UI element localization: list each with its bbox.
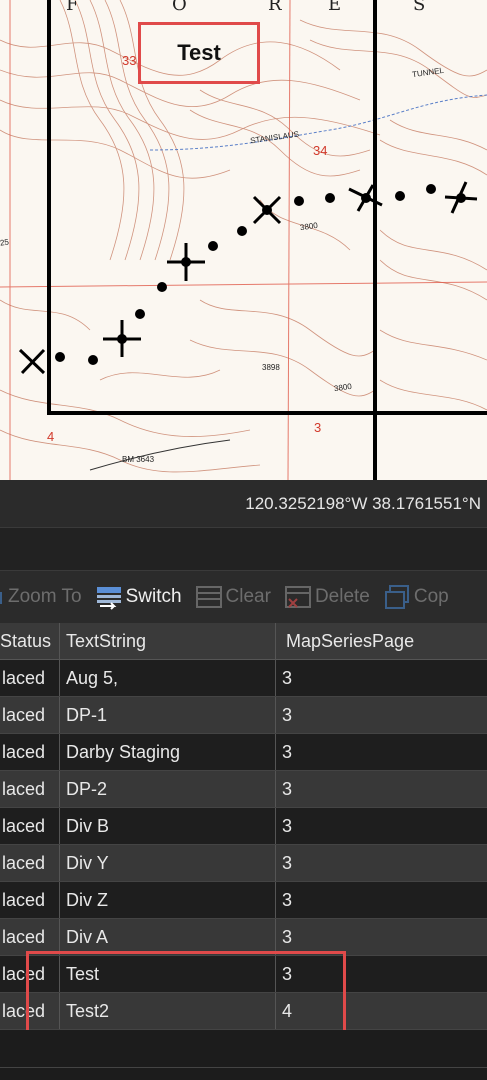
textstring-cell: Div A bbox=[60, 919, 276, 955]
status-cell: laced bbox=[0, 845, 60, 881]
map-label: 3898 bbox=[262, 363, 280, 372]
textstring-cell: Div B bbox=[60, 808, 276, 844]
grid-number: 34 bbox=[313, 143, 328, 158]
textstring-cell: Darby Staging bbox=[60, 734, 276, 770]
status-cell: laced bbox=[0, 919, 60, 955]
status-cell: laced bbox=[0, 771, 60, 807]
page-cell: 3 bbox=[282, 926, 293, 947]
grid-number: 33 bbox=[122, 53, 137, 68]
annotation-text: Test bbox=[177, 40, 221, 65]
textstring-cell: Div Z bbox=[60, 882, 276, 918]
status-cell: laced bbox=[0, 993, 60, 1029]
textstring-cell: Aug 5, bbox=[60, 660, 276, 696]
status-cell: laced bbox=[0, 956, 60, 992]
status-cell: laced bbox=[0, 660, 60, 696]
grid-number: 4 bbox=[47, 429, 55, 444]
sheet-letter: S bbox=[413, 0, 426, 15]
switch-button[interactable]: Switch bbox=[96, 584, 182, 610]
column-header-textstring[interactable]: TextString bbox=[60, 623, 276, 659]
map-label: BM 3643 bbox=[122, 455, 155, 464]
textstring-cell: Test2 bbox=[60, 993, 276, 1029]
textstring-cell: Div Y bbox=[60, 845, 276, 881]
copy-button[interactable]: Cop bbox=[384, 584, 449, 610]
copy-icon bbox=[384, 585, 409, 609]
table-row[interactable]: laced Div B 3 bbox=[0, 808, 487, 845]
map-view[interactable]: F O R E S 33 34 4 3 25 STANISLAUS TUNNEL… bbox=[0, 0, 487, 480]
page-cell: 3 bbox=[282, 667, 293, 688]
coordinate-status-bar: 120.3252198°W 38.1761551°N bbox=[0, 480, 487, 528]
page-cell: 3 bbox=[282, 741, 293, 762]
table-row[interactable]: laced Aug 5, 3 bbox=[0, 660, 487, 697]
switch-icon bbox=[96, 587, 121, 610]
table-row[interactable]: laced Div Z 3 bbox=[0, 882, 487, 919]
map-annotation-highlight[interactable]: Test bbox=[138, 22, 260, 84]
attribute-table: Status TextString MapSeriesPage laced Au… bbox=[0, 623, 487, 1030]
table-row[interactable]: laced DP-1 3 bbox=[0, 697, 487, 734]
sheet-letter: O bbox=[172, 0, 187, 15]
page-cell: 3 bbox=[282, 778, 293, 799]
status-cell: laced bbox=[0, 808, 60, 844]
table-row[interactable]: laced Test 3 bbox=[0, 956, 487, 993]
clear-selection-icon bbox=[195, 586, 222, 608]
table-header-row: Status TextString MapSeriesPage bbox=[0, 623, 487, 660]
zoom-icon bbox=[0, 592, 2, 604]
status-cell: laced bbox=[0, 882, 60, 918]
coordinate-readout: 120.3252198°W 38.1761551°N bbox=[245, 493, 481, 513]
table-toolbar: Zoom To Switch Clear Delete Cop bbox=[0, 571, 487, 623]
grid-number: 3 bbox=[314, 420, 322, 435]
page-cell: 4 bbox=[282, 1000, 293, 1021]
status-cell: laced bbox=[0, 697, 60, 733]
sheet-letter: R bbox=[268, 0, 282, 15]
table-row[interactable]: laced Test2 4 bbox=[0, 993, 487, 1030]
page-cell: 3 bbox=[282, 704, 293, 725]
page-cell: 3 bbox=[282, 963, 293, 984]
sheet-letter: E bbox=[328, 0, 342, 15]
page-cell: 3 bbox=[282, 815, 293, 836]
delete-button[interactable]: Delete bbox=[284, 584, 370, 610]
table-row[interactable]: laced Darby Staging 3 bbox=[0, 734, 487, 771]
page-cell: 3 bbox=[282, 889, 293, 910]
sheet-letter: F bbox=[66, 0, 79, 15]
page-cell: 3 bbox=[282, 852, 293, 873]
textstring-cell: DP-1 bbox=[60, 697, 276, 733]
status-cell: laced bbox=[0, 734, 60, 770]
pane-header bbox=[0, 528, 487, 571]
table-footer bbox=[0, 1030, 487, 1080]
column-header-mapseriespage[interactable]: MapSeriesPage bbox=[276, 623, 487, 659]
divider bbox=[0, 1067, 487, 1068]
textstring-cell: DP-2 bbox=[60, 771, 276, 807]
column-header-status[interactable]: Status bbox=[0, 623, 60, 659]
delete-icon bbox=[284, 586, 311, 608]
table-row[interactable]: laced DP-2 3 bbox=[0, 771, 487, 808]
table-row[interactable]: laced Div Y 3 bbox=[0, 845, 487, 882]
textstring-cell: Test bbox=[60, 956, 276, 992]
clear-button[interactable]: Clear bbox=[195, 584, 271, 610]
table-row[interactable]: laced Div A 3 bbox=[0, 919, 487, 956]
map-label: 25 bbox=[0, 237, 10, 248]
zoom-to-button[interactable]: Zoom To bbox=[0, 584, 82, 610]
